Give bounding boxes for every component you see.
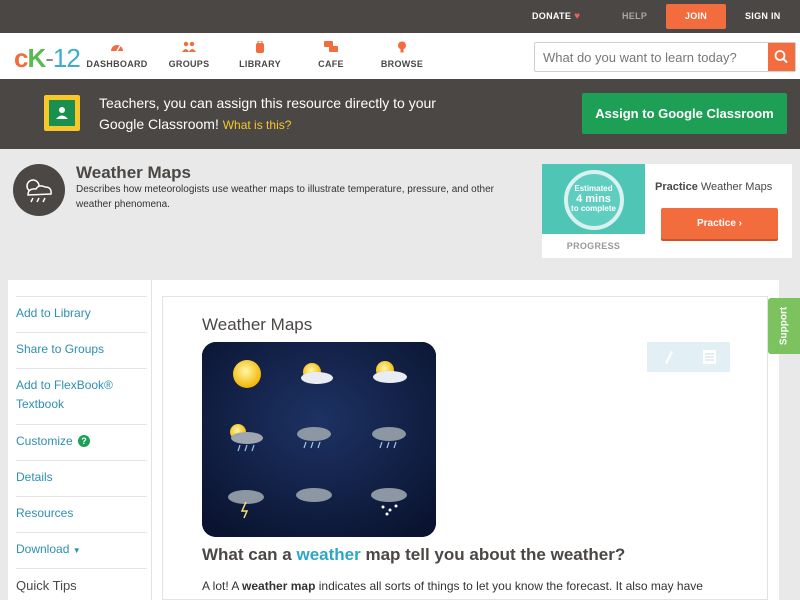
assign-to-classroom-button[interactable]: Assign to Google Classroom [582,93,787,134]
lesson-body: A lot! A weather map indicates all sorts… [202,579,703,593]
nav-library[interactable]: LIBRARY [225,41,295,69]
help-icon[interactable]: ? [78,435,91,447]
quick-tips-heading: Quick Tips [16,568,147,595]
add-to-flexbook-link[interactable]: Add to FlexBook® Textbook [16,368,147,414]
add-to-library-link[interactable]: Add to Library [16,296,147,323]
help-link[interactable]: HELP [622,0,647,33]
sign-in-link[interactable]: SIGN IN [745,0,781,33]
nav-dashboard[interactable]: DASHBOARD [82,41,152,69]
people-icon [182,41,196,52]
progress-graphic: Estimated 4 mins to complete [542,164,645,234]
concept-title: Weather Maps [76,163,191,182]
customize-link[interactable]: Customize ? [16,424,147,451]
practice-card: Estimated 4 mins to complete PROGRESS Prac… [542,164,792,258]
lightbulb-icon [398,41,406,53]
concept-description: Describes how meteorologists use weather… [76,184,494,210]
donate-label: DONATE [532,11,572,21]
weather-symbols-image [202,342,436,537]
weather-term-link[interactable]: weather [296,545,360,564]
classroom-message: Teachers, you can assign this resource d… [99,95,436,132]
backpack-icon [256,41,264,53]
share-to-groups-link[interactable]: Share to Groups [16,332,147,359]
search-box [534,42,796,72]
annotation-tools [647,342,730,372]
top-utility-bar: DONATE ♥ HELP JOIN SIGN IN [0,0,800,33]
speedometer-icon [111,45,123,52]
lesson-title: Weather Maps [202,315,313,334]
chat-bubbles-icon [324,41,338,52]
caret-down-icon: ▼ [72,546,81,555]
practice-button[interactable]: Practice › [661,208,778,239]
support-tab[interactable]: Support [768,298,800,354]
google-classroom-icon [44,95,80,131]
heart-icon: ♥ [574,11,581,22]
search-input[interactable] [535,43,769,71]
nav-browse[interactable]: BROWSE [367,41,437,69]
weather-concept-icon [13,164,65,216]
donate-link[interactable]: DONATE ♥ [532,0,580,33]
notes-icon[interactable] [689,342,730,372]
weather-map-term[interactable]: weather map [242,579,316,593]
chevron-right-icon: › [738,218,743,229]
main-nav: cK-12 DASHBOARD GROUPS LIBRARY CAFE BROW… [0,33,800,79]
practice-title: Practice Weather Maps [655,181,773,193]
ck12-logo[interactable]: cK-12 [14,43,81,74]
search-button[interactable] [768,43,795,71]
actions-sidebar: Add to Library Share to Groups Add to Fl… [8,280,151,600]
search-icon [774,50,788,64]
nav-cafe[interactable]: CAFE [296,41,366,69]
download-link[interactable]: Download ▼ [16,532,147,560]
join-button[interactable]: JOIN [666,4,726,29]
classroom-banner: Teachers, you can assign this resource d… [0,79,800,149]
details-link[interactable]: Details [16,460,147,487]
resources-link[interactable]: Resources [16,496,147,523]
what-is-this-link[interactable]: What is this? [223,118,292,132]
pencil-icon[interactable] [647,342,688,372]
progress-label: PROGRESS [566,241,621,251]
lesson-question: What can a weather map tell you about th… [202,545,626,564]
nav-groups[interactable]: GROUPS [154,41,224,69]
